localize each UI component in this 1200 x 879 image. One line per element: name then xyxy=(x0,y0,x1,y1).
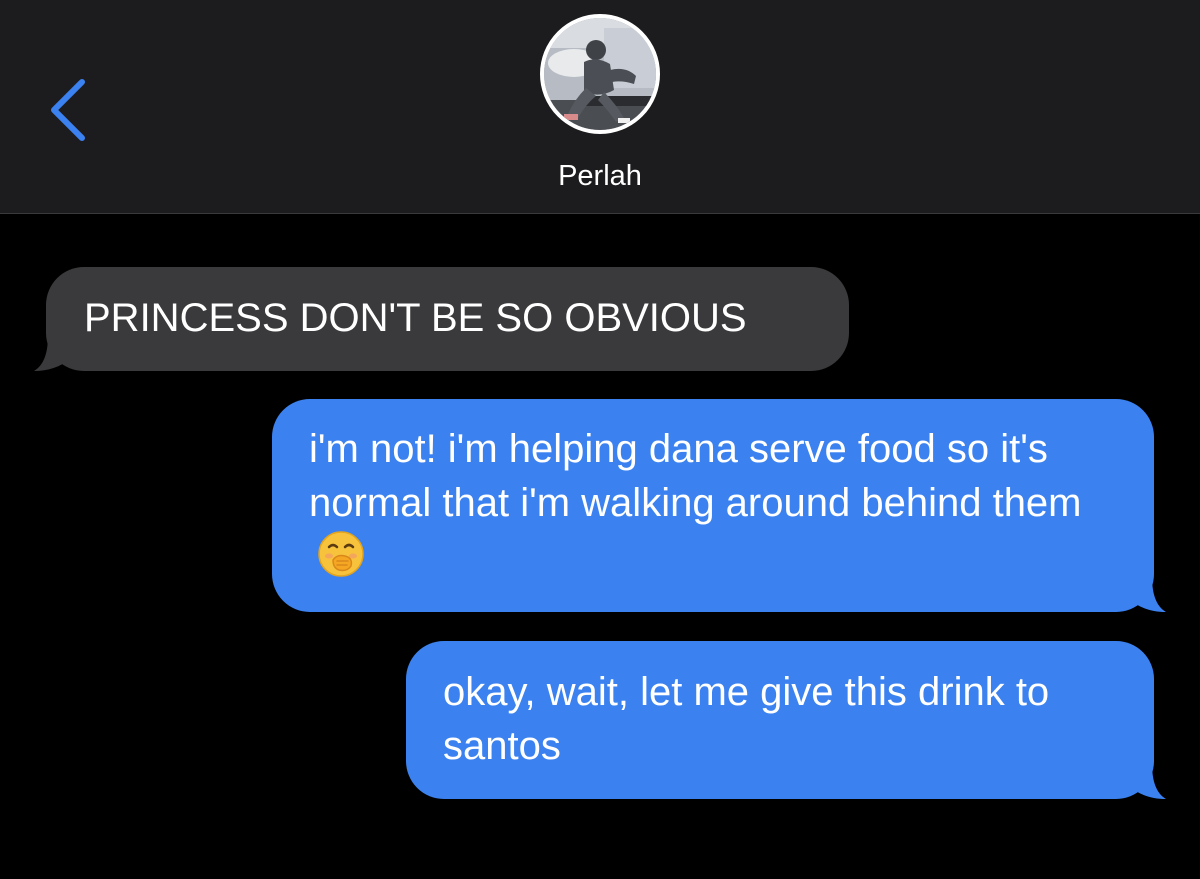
message-text: PRINCESS DON'T BE SO OBVIOUS xyxy=(84,296,747,340)
chevron-left-icon xyxy=(51,79,85,141)
message-text: i'm not! i'm helping dana serve food so … xyxy=(309,427,1082,525)
face-with-hand-over-mouth-icon xyxy=(317,530,365,578)
message-sent[interactable]: okay, wait, let me give this drink to sa… xyxy=(406,641,1154,799)
message-received[interactable]: PRINCESS DON'T BE SO OBVIOUS xyxy=(46,267,849,371)
back-button[interactable] xyxy=(38,72,98,148)
message-sent[interactable]: i'm not! i'm helping dana serve food so … xyxy=(272,399,1154,612)
contact-photo xyxy=(544,18,656,130)
contact-avatar[interactable] xyxy=(540,14,660,134)
conversation-header: Perlah xyxy=(0,0,1200,214)
conversation-screen: Perlah PRINCESS DON'T BE SO OBVIOUS i'm … xyxy=(0,0,1200,879)
message-text: okay, wait, let me give this drink to sa… xyxy=(443,670,1061,768)
contact-name[interactable]: Perlah xyxy=(400,158,800,194)
